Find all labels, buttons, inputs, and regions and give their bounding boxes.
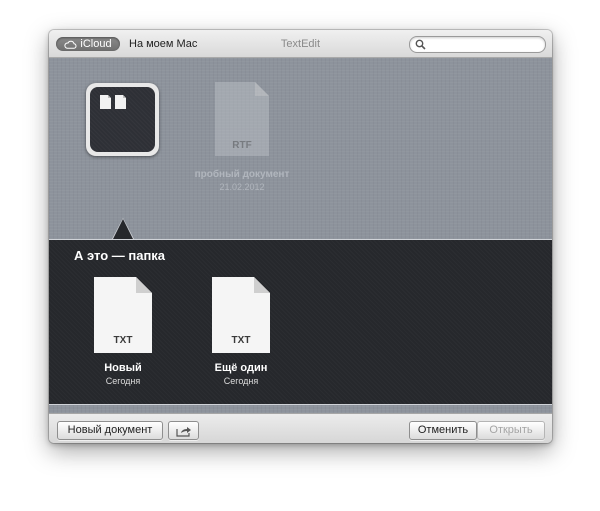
- document-type: TXT: [113, 335, 133, 346]
- folder-tile[interactable]: [86, 83, 159, 156]
- mini-document-icon: [115, 95, 126, 109]
- folder-title[interactable]: А это — папка: [74, 248, 165, 263]
- document-date: Сегодня: [223, 376, 259, 386]
- document-type: TXT: [231, 335, 251, 346]
- titlebar: iCloud На моем Mac TextEdit: [49, 30, 552, 58]
- search-field[interactable]: [409, 36, 546, 53]
- document-item[interactable]: TXT: [94, 277, 152, 353]
- folder-pointer: [113, 219, 133, 239]
- document-date: Сегодня: [105, 376, 141, 386]
- folder-tile-inner: [90, 87, 155, 152]
- document-item[interactable]: TXT: [212, 277, 270, 353]
- share-button[interactable]: [168, 421, 199, 440]
- document-browser: RTF пробный документ 21.02.2012 А это — …: [49, 58, 552, 413]
- search-icon: [415, 39, 426, 50]
- ghost-document-date: 21.02.2012: [219, 182, 265, 192]
- share-arrow-icon: [175, 427, 191, 437]
- mini-document-icon: [100, 95, 111, 109]
- open-button[interactable]: Открыть: [477, 421, 545, 440]
- document-name: Новый: [104, 362, 142, 374]
- ghost-doc-type: RTF: [232, 140, 251, 151]
- bottom-toolbar: Новый документ Отменить Открыть: [49, 413, 552, 443]
- document-browser-window: iCloud На моем Mac TextEdit RTF пробный …: [49, 30, 552, 443]
- new-document-button[interactable]: Новый документ: [57, 421, 163, 440]
- rtf-document-icon[interactable]: RTF: [215, 82, 269, 156]
- expanded-folder-panel: А это — папка TXT Новый Сегодня TXT Ещё …: [49, 239, 552, 405]
- document-name: Ещё один: [214, 362, 268, 374]
- cancel-button[interactable]: Отменить: [409, 421, 477, 440]
- ghost-document-name: пробный документ: [194, 169, 290, 180]
